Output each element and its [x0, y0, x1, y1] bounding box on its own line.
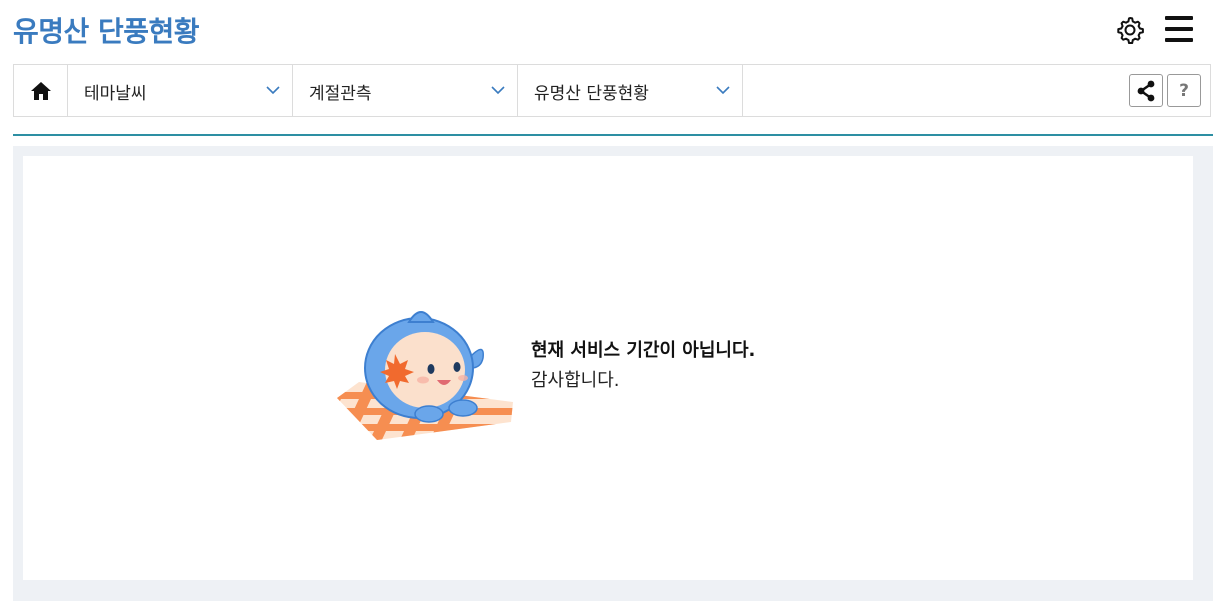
content-panel: 현재 서비스 기간이 아닙니다. 감사합니다. — [23, 156, 1193, 580]
foliage-status-dropdown[interactable]: 유명산 단풍현황 — [518, 65, 743, 116]
theme-weather-dropdown[interactable]: 테마날씨 — [68, 65, 293, 116]
home-icon — [30, 81, 51, 100]
thank-you-message: 감사합니다. — [531, 370, 620, 391]
navigation-bar: 테마날씨 계절관측 유명산 단풍현황 ? — [13, 64, 1211, 117]
home-button[interactable] — [14, 65, 68, 116]
share-button[interactable] — [1129, 74, 1163, 107]
service-unavailable-message: 현재 서비스 기간이 아닙니다. — [531, 340, 756, 361]
help-icon: ? — [1179, 80, 1189, 101]
seasonal-observation-dropdown[interactable]: 계절관측 — [293, 65, 518, 116]
chevron-down-icon — [491, 86, 505, 95]
header-divider — [13, 134, 1213, 136]
dropdown-label: 테마날씨 — [84, 84, 147, 104]
chevron-down-icon — [716, 86, 730, 95]
help-button[interactable]: ? — [1167, 74, 1201, 107]
hamburger-menu-icon[interactable] — [1165, 16, 1193, 42]
content-area: 현재 서비스 기간이 아닙니다. 감사합니다. — [13, 146, 1213, 601]
page-title: 유명산 단풍현황 — [13, 15, 200, 48]
dropdown-label: 유명산 단풍현황 — [534, 84, 649, 104]
gear-icon[interactable] — [1114, 14, 1146, 46]
mascot-illustration — [337, 311, 513, 440]
chevron-down-icon — [266, 86, 280, 95]
dropdown-label: 계절관측 — [309, 84, 372, 104]
share-icon — [1137, 80, 1155, 101]
